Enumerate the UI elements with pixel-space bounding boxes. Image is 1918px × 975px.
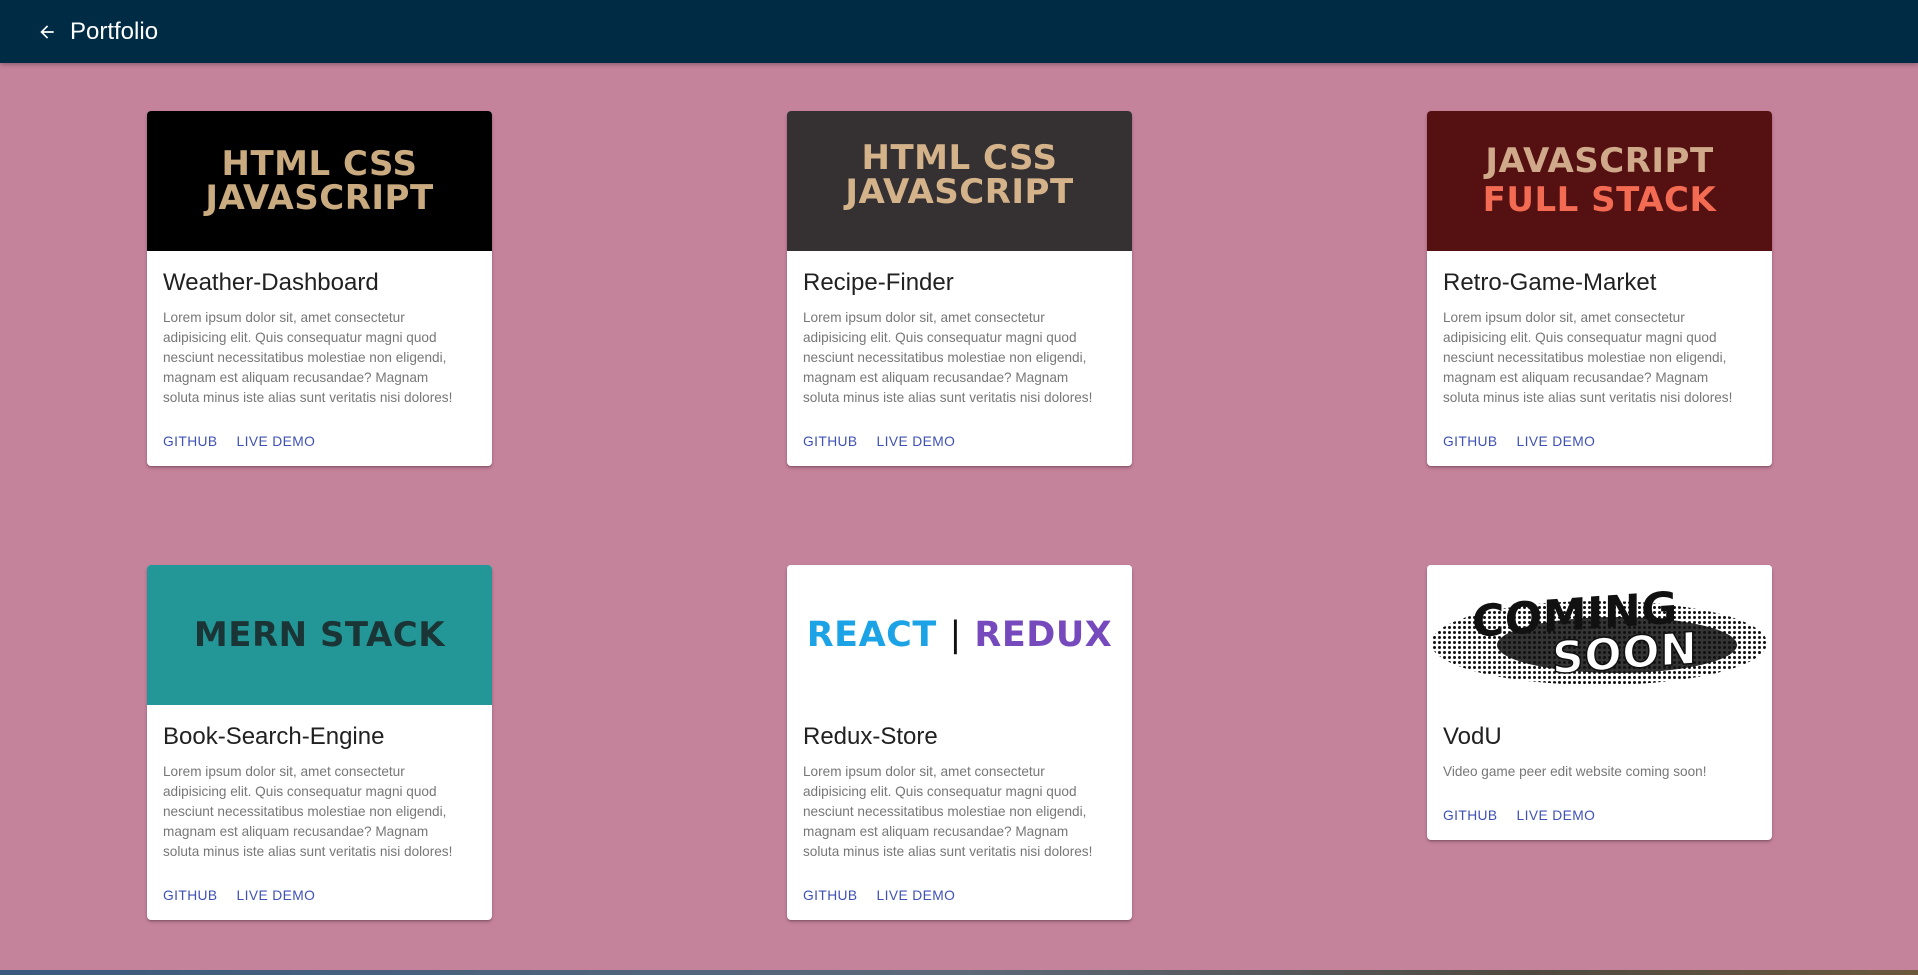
live-demo-button[interactable]: LIVE DEMO: [229, 430, 324, 453]
project-description: Lorem ipsum dolor sit, amet consectetur …: [803, 309, 1093, 405]
back-button[interactable]: [34, 19, 60, 45]
github-button[interactable]: GITHUB: [155, 430, 226, 453]
image-text-line: HTML CSS: [221, 144, 418, 184]
project-card: REACT | REDUX Redux-Store Lorem ipsum do…: [787, 565, 1132, 920]
image-text-line: HTML CSS: [861, 138, 1058, 178]
github-button[interactable]: GITHUB: [795, 884, 866, 907]
github-button[interactable]: GITHUB: [795, 430, 866, 453]
project-image: JAVASCRIPT FULL STACK: [1427, 111, 1772, 251]
app-bar: Portfolio: [0, 0, 1918, 63]
project-title: Recipe-Finder: [803, 269, 954, 296]
project-description: Lorem ipsum dolor sit, amet consectetur …: [1443, 309, 1733, 405]
project-card: MERN STACK Book-Search-Engine Lorem ipsu…: [147, 565, 492, 920]
image-text-line: JAVASCRIPT: [845, 172, 1074, 212]
github-button[interactable]: GITHUB: [1435, 430, 1506, 453]
card-actions: GITHUB LIVE DEMO: [1427, 430, 1772, 453]
live-demo-button[interactable]: LIVE DEMO: [869, 884, 964, 907]
project-description: Lorem ipsum dolor sit, amet consectetur …: [803, 763, 1093, 859]
project-image: MERN STACK: [147, 565, 492, 705]
github-button[interactable]: GITHUB: [1435, 804, 1506, 827]
card-actions: GITHUB LIVE DEMO: [787, 884, 1132, 907]
card-actions: GITHUB LIVE DEMO: [787, 430, 1132, 453]
project-title: Weather-Dashboard: [163, 269, 379, 296]
project-image: COMING SOON: [1427, 565, 1772, 705]
image-text-line: JAVASCRIPT: [1485, 140, 1714, 181]
live-demo-button[interactable]: LIVE DEMO: [869, 430, 964, 453]
project-card: HTML CSS JAVASCRIPT Weather-Dashboard Lo…: [147, 111, 492, 466]
project-image: HTML CSS JAVASCRIPT: [147, 111, 492, 251]
image-text-line: JAVASCRIPT: [205, 178, 434, 218]
project-title: Redux-Store: [803, 723, 938, 750]
image-text-line: MERN STACK: [193, 615, 446, 655]
project-description: Lorem ipsum dolor sit, amet consectetur …: [163, 763, 453, 859]
project-image: REACT | REDUX: [787, 565, 1132, 705]
live-demo-button[interactable]: LIVE DEMO: [1509, 430, 1604, 453]
arrow-left-icon: [40, 24, 54, 39]
project-title: Retro-Game-Market: [1443, 269, 1657, 296]
image-text-line: SOON: [1551, 622, 1698, 685]
project-card: COMING SOON VodU Video game peer edit we…: [1427, 565, 1772, 840]
page-title: Portfolio: [70, 17, 159, 45]
image-text-line: FULL STACK: [1482, 180, 1717, 220]
image-word: REACT: [806, 614, 937, 655]
project-description: Video game peer edit website coming soon…: [1443, 763, 1707, 779]
project-title: Book-Search-Engine: [163, 723, 385, 750]
project-card: JAVASCRIPT FULL STACK Retro-Game-Market …: [1427, 111, 1772, 466]
live-demo-button[interactable]: LIVE DEMO: [229, 884, 324, 907]
github-button[interactable]: GITHUB: [155, 884, 226, 907]
image-word: REDUX: [974, 614, 1113, 655]
project-card: HTML CSS JAVASCRIPT Recipe-Finder Lorem …: [787, 111, 1132, 466]
project-description: Lorem ipsum dolor sit, amet consectetur …: [163, 309, 453, 405]
project-title: VodU: [1443, 723, 1502, 750]
card-actions: GITHUB LIVE DEMO: [1427, 804, 1772, 827]
project-image: HTML CSS JAVASCRIPT: [787, 111, 1132, 251]
image-word: |: [949, 614, 962, 655]
card-actions: GITHUB LIVE DEMO: [147, 884, 492, 907]
background-image-edge: [0, 970, 1918, 975]
card-actions: GITHUB LIVE DEMO: [147, 430, 492, 453]
live-demo-button[interactable]: LIVE DEMO: [1509, 804, 1604, 827]
